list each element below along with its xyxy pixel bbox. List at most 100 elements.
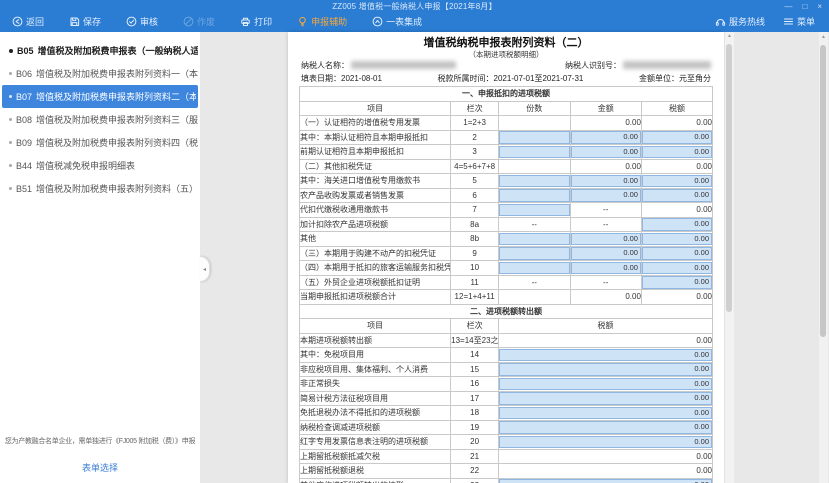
column-number: 11 xyxy=(451,275,499,290)
toolbar-menu-label: 菜单 xyxy=(797,15,815,28)
minimize-button[interactable]: — xyxy=(784,0,792,13)
form-name: 增值税及附加税费申报表附列资料三（服务、不动产和无形资产扣除项目明细） xyxy=(36,113,198,126)
column-header: 项目 xyxy=(300,101,451,116)
form-code: B44 xyxy=(16,161,32,171)
amount-input[interactable] xyxy=(499,233,569,246)
form-list: B05增值税及附加税费申报表（一般纳税人适用）B06增值税及附加税费申报表附列资… xyxy=(0,32,200,200)
amount-cell: 0.00 xyxy=(641,188,712,203)
form-scrollbar[interactable]: ▲ xyxy=(724,32,734,483)
amount-input[interactable] xyxy=(499,131,569,144)
table-row: 简易计税方法征税项目用170.00 xyxy=(300,391,713,406)
amount-input[interactable]: 0.00 xyxy=(499,363,712,376)
form-code: B09 xyxy=(16,138,32,148)
amount-input[interactable]: 0.00 xyxy=(499,392,712,405)
form-select-link[interactable]: 表单选择 xyxy=(82,463,118,473)
item-label: 免抵退税办法不得抵扣的进项税额 xyxy=(300,406,451,421)
amount-input[interactable]: 0.00 xyxy=(642,276,712,289)
table-row: 红字专用发票信息表注明的进项税额200.00 xyxy=(300,435,713,450)
main-scrollbar[interactable]: ▲ xyxy=(819,32,828,483)
table-row: 其中：免税项目用140.00 xyxy=(300,348,713,363)
form-name: 增值税减免税申报明细表 xyxy=(36,159,135,172)
bullet-icon xyxy=(9,95,12,98)
sidebar-collapse-handle[interactable]: ◂ xyxy=(200,256,210,282)
amount-input[interactable] xyxy=(499,146,569,159)
maximize-button[interactable]: □ xyxy=(802,0,807,13)
column-number: 1=2+3 xyxy=(451,116,499,131)
column-header-row: 项目栏次税额 xyxy=(300,319,713,334)
amount-input[interactable]: 0.00 xyxy=(642,247,712,260)
amount-input[interactable]: 0.00 xyxy=(499,378,712,391)
tax-period-value: 2021-07-01至2021-07-31 xyxy=(494,74,584,83)
section-title-row: 二、进项税额转出额 xyxy=(300,304,713,319)
amount-input[interactable]: 0.00 xyxy=(571,262,641,275)
amount-cell: 0.00 xyxy=(499,391,713,406)
amount-input[interactable]: 0.00 xyxy=(642,218,712,231)
tax-period-label: 税款所属时间： xyxy=(438,74,494,83)
toolbar-back-button[interactable]: 返回 xyxy=(12,15,44,28)
amount-input[interactable]: 0.00 xyxy=(642,233,712,246)
amount-input[interactable]: 0.00 xyxy=(571,146,641,159)
column-header: 栏次 xyxy=(451,101,499,116)
amount-input[interactable]: 0.00 xyxy=(642,175,712,188)
column-number: 3 xyxy=(451,145,499,160)
amount-input[interactable] xyxy=(499,262,569,275)
main-scrollbar-thumb[interactable] xyxy=(820,45,826,337)
toolbar-menu-button[interactable]: 菜单 xyxy=(783,15,815,28)
table-row: 加计扣除农产品进项税额8a----0.00 xyxy=(300,217,713,232)
amount-input[interactable]: 0.00 xyxy=(642,189,712,202)
column-number: 21 xyxy=(451,449,499,464)
amount-input[interactable]: 0.00 xyxy=(499,349,712,362)
close-button[interactable]: × xyxy=(817,0,822,13)
amount-input[interactable]: 0.00 xyxy=(642,146,712,159)
toolbar-print-button[interactable]: 打印 xyxy=(240,15,272,28)
sidebar-item-b08[interactable]: B08增值税及附加税费申报表附列资料三（服务、不动产和无形资产扣除项目明细） xyxy=(0,108,200,131)
toolbar-headset-button[interactable]: 服务热线 xyxy=(715,15,765,28)
amount-input[interactable]: 0.00 xyxy=(499,407,712,420)
sidebar-item-b44[interactable]: B44 增值税减免税申报明细表 xyxy=(0,154,200,177)
amount-input[interactable]: 0.00 xyxy=(499,436,712,449)
amount-input[interactable]: 0.00 xyxy=(642,131,712,144)
amount-input[interactable] xyxy=(499,175,569,188)
amount-cell: 0.00 xyxy=(641,174,712,189)
amount-cell xyxy=(499,232,570,247)
amount-unit: 金额单位：元至角分 xyxy=(639,73,711,84)
sidebar-item-b09[interactable]: B09增值税及附加税费申报表附列资料四（税额抵减情况表） xyxy=(0,131,200,154)
amount-input[interactable]: 0.00 xyxy=(571,247,641,260)
amount-input[interactable] xyxy=(499,189,569,202)
table-row: 其中：海关进口增值税专用缴款书50.000.00 xyxy=(300,174,713,189)
amount-input[interactable] xyxy=(499,247,569,260)
form-scrollbar-thumb[interactable] xyxy=(726,44,732,312)
amount-input[interactable]: 0.00 xyxy=(499,479,712,483)
table-row: （四）本期用于抵扣的旅客运输服务扣税凭证100.000.00 xyxy=(300,261,713,276)
toolbar-integrate-button[interactable]: 一表集成 xyxy=(372,15,422,28)
sidebar-item-b05[interactable]: B05增值税及附加税费申报表（一般纳税人适用） xyxy=(0,39,200,62)
amount-input[interactable]: 0.00 xyxy=(571,233,641,246)
toolbar-audit-button[interactable]: 审核 xyxy=(126,15,158,28)
toolbar-right-group: 服务热线 菜单 xyxy=(715,15,815,28)
empty-cell xyxy=(499,116,570,131)
amount-input[interactable]: 0.00 xyxy=(571,175,641,188)
sidebar-item-b07[interactable]: B07增值税及附加税费申报表附列资料二（本期进项税额明细） xyxy=(2,85,198,108)
item-label: 纳税检查调减进项税额 xyxy=(300,420,451,435)
scroll-up-icon[interactable]: ▲ xyxy=(725,32,734,41)
column-number: 22 xyxy=(451,464,499,479)
item-label: 其他应作进项税额转出的情形 xyxy=(300,478,451,483)
amount-input[interactable]: 0.00 xyxy=(499,421,712,434)
empty-cell xyxy=(499,290,570,305)
toolbar-left-group: 返回保存审核作废打印申报辅助一表集成 xyxy=(12,15,422,28)
item-label: 其他 xyxy=(300,232,451,247)
toolbar-assist-button[interactable]: 申报辅助 xyxy=(297,15,347,28)
tax-period: 税款所属时间：2021-07-01至2021-07-31 xyxy=(438,73,584,84)
toolbar-save-button[interactable]: 保存 xyxy=(69,15,101,28)
sidebar-item-b51[interactable]: B51增值税及附加税费申报表附列资料（五）（附加税费情况表） xyxy=(0,177,200,200)
column-number: 5 xyxy=(451,174,499,189)
amount-input[interactable]: 0.00 xyxy=(642,262,712,275)
item-label: （五）外贸企业进项税额抵扣证明 xyxy=(300,275,451,290)
not-applicable-cell: -- xyxy=(499,275,570,290)
sidebar-item-b06[interactable]: B06增值税及附加税费申报表附列资料一（本期销售情况明细） xyxy=(0,62,200,85)
amount-input[interactable]: 0.00 xyxy=(571,131,641,144)
scroll-up-icon[interactable]: ▲ xyxy=(819,32,828,42)
amount-input[interactable] xyxy=(499,204,569,217)
amount-input[interactable]: 0.00 xyxy=(571,189,641,202)
window-controls: — □ × xyxy=(784,0,822,13)
